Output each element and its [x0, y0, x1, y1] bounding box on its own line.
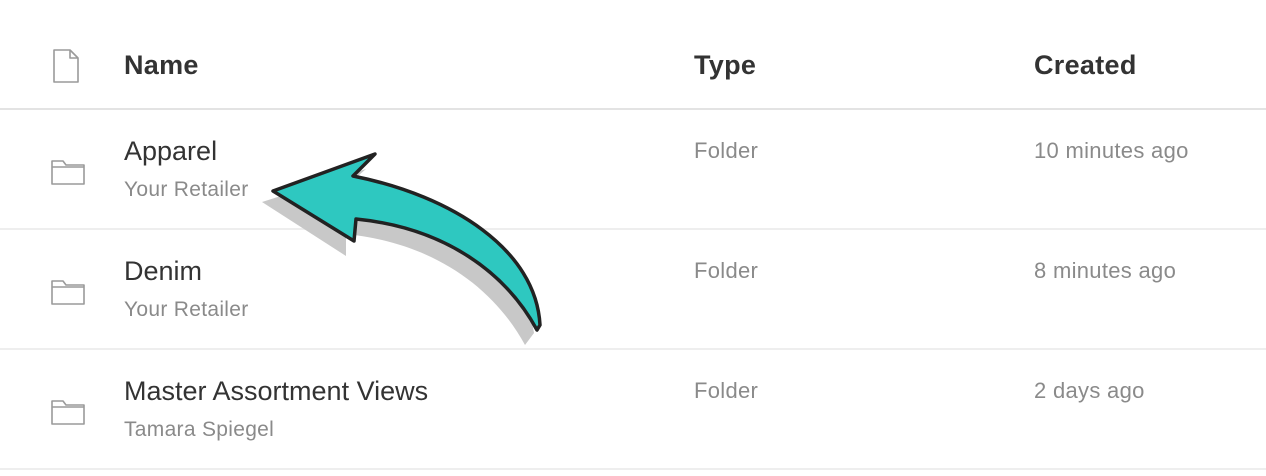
column-header-type[interactable]: Type [694, 50, 756, 81]
row-name[interactable]: Denim [124, 256, 202, 287]
table-row[interactable]: Apparel Your Retailer Folder 10 minutes … [0, 110, 1266, 230]
row-type: Folder [694, 138, 759, 163]
folder-icon [51, 280, 85, 305]
row-type: Folder [694, 378, 759, 403]
row-type: Folder [694, 258, 759, 283]
table-row[interactable]: Denim Your Retailer Folder 8 minutes ago [0, 230, 1266, 350]
file-icon [53, 49, 79, 83]
column-header-name[interactable]: Name [124, 50, 199, 81]
table-header: Name Type Created [0, 0, 1266, 110]
row-name[interactable]: Apparel [124, 136, 217, 167]
file-table: Name Type Created Apparel Your Retailer … [0, 0, 1266, 470]
row-created: 10 minutes ago [1034, 138, 1189, 163]
row-owner: Your Retailer [124, 298, 249, 321]
row-created: 8 minutes ago [1034, 258, 1177, 283]
row-owner: Your Retailer [124, 178, 249, 201]
folder-icon [51, 160, 85, 185]
row-owner: Tamara Spiegel [124, 418, 275, 441]
row-name[interactable]: Master Assortment Views [124, 376, 428, 407]
column-header-created[interactable]: Created [1034, 50, 1137, 81]
row-created: 2 days ago [1034, 378, 1145, 403]
table-row[interactable]: Master Assortment Views Tamara Spiegel F… [0, 350, 1266, 470]
folder-icon [51, 400, 85, 425]
